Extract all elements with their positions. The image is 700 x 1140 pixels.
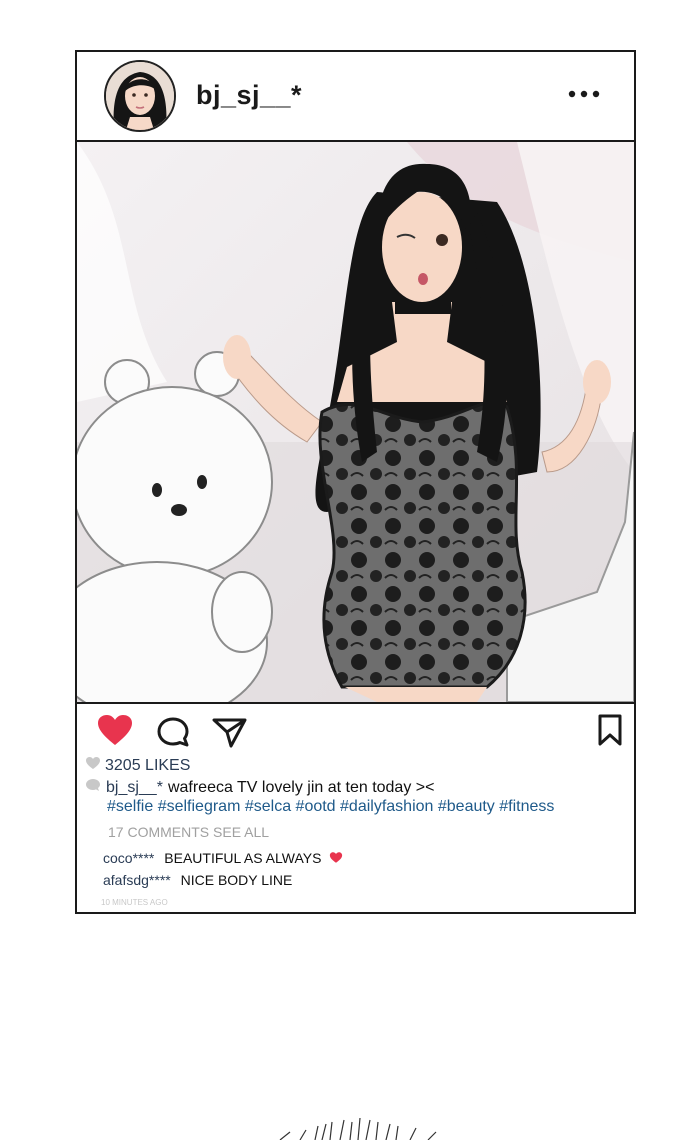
comment-item: afafsdg**** NICE BODY LINE	[103, 872, 292, 888]
bookmark-icon[interactable]	[597, 714, 623, 751]
more-dots-icon[interactable]	[567, 84, 601, 104]
comment-text: BEAUTIFUL AS ALWAYS	[164, 850, 322, 866]
comment-username[interactable]: coco****	[103, 850, 154, 866]
post-timestamp: 10 MINUTES AGO	[101, 898, 168, 907]
comment-bubble-icon[interactable]	[156, 716, 190, 753]
heart-emoji-icon	[329, 851, 343, 867]
post-header: bj_sj__*	[77, 52, 634, 142]
avatar[interactable]	[104, 60, 176, 132]
see-all-comments-link[interactable]: 17 COMMENTS SEE ALL	[108, 824, 269, 840]
decorative-strokes	[260, 1112, 460, 1140]
post-username[interactable]: bj_sj__*	[196, 80, 302, 111]
likes-count[interactable]: 3205 LIKES	[105, 757, 190, 775]
avatar-illustration	[106, 62, 174, 130]
comment-username[interactable]: afafsdg****	[103, 872, 171, 888]
instagram-post-page: bj_sj__* 3205 LIKES bj_sj__* wafreeca TV…	[0, 0, 700, 1140]
post-actions	[77, 704, 634, 754]
heart-outline-icon	[85, 756, 101, 775]
post-image	[77, 142, 634, 704]
heart-icon[interactable]	[97, 714, 133, 751]
likes-row: 3205 LIKES	[85, 756, 190, 775]
caption-row: bj_sj__* wafreeca TV lovely jin at ten t…	[85, 778, 434, 797]
paper-plane-icon[interactable]	[212, 716, 248, 753]
bubble-outline-icon	[85, 778, 101, 797]
post-illustration	[77, 142, 634, 702]
comment-item: coco**** BEAUTIFUL AS ALWAYS	[103, 850, 343, 867]
caption-username[interactable]: bj_sj__*	[106, 779, 163, 797]
comment-text: NICE BODY LINE	[180, 872, 293, 888]
post-card: bj_sj__* 3205 LIKES bj_sj__* wafreeca TV…	[75, 50, 636, 914]
hashtags[interactable]: #selfie #selfiegram #selca #ootd #dailyf…	[107, 798, 554, 816]
caption-text: wafreeca TV lovely jin at ten today ><	[167, 778, 435, 796]
